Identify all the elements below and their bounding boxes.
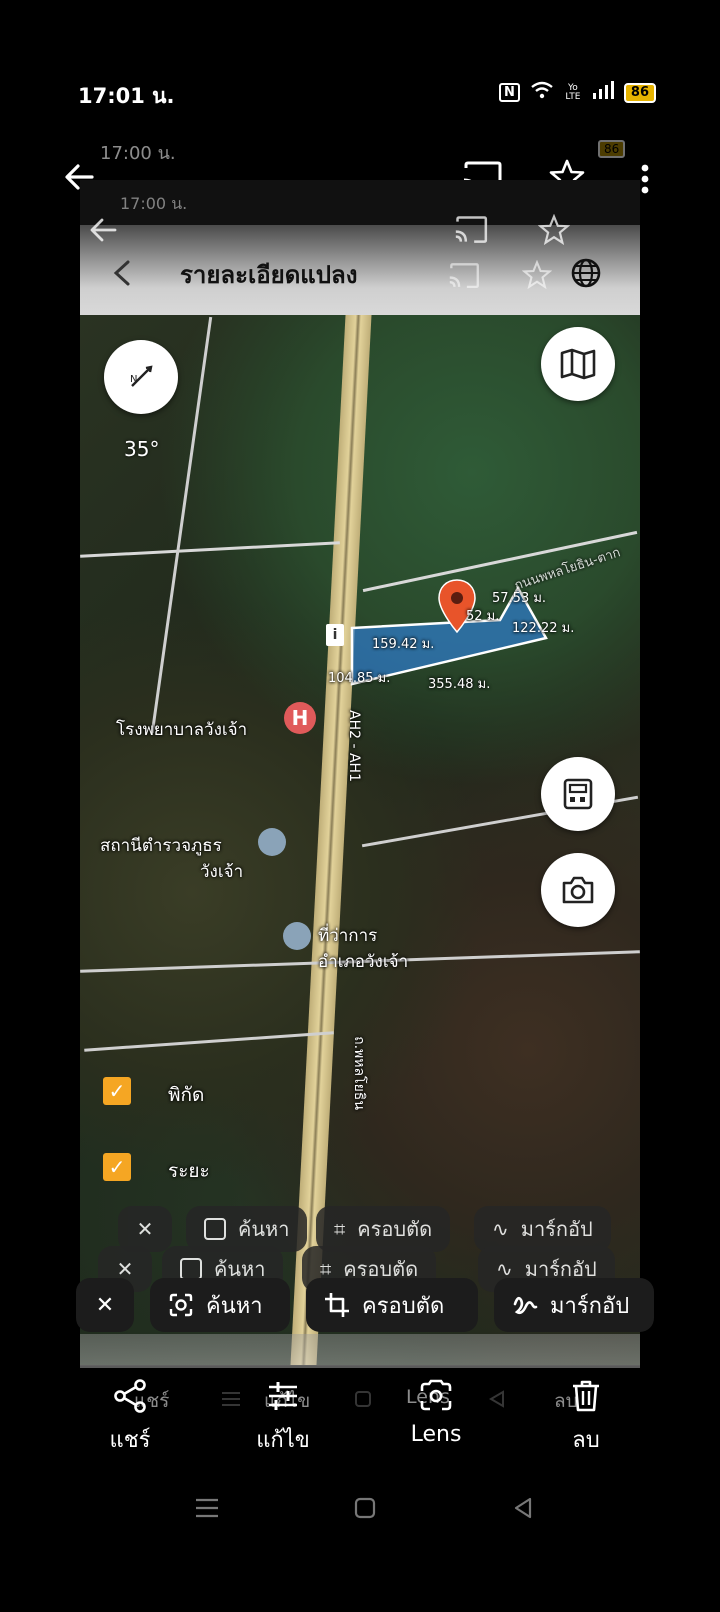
map-layer-button[interactable] <box>541 327 615 401</box>
markup-icon <box>513 1296 538 1315</box>
lens-search-label: ค้นหา <box>206 1293 263 1319</box>
svg-text:N: N <box>130 374 137 385</box>
header-star-icon <box>521 259 553 294</box>
close-lens-button[interactable]: ✕ <box>76 1278 134 1332</box>
share-icon <box>114 1379 146 1413</box>
crop-icon <box>325 1293 349 1317</box>
ghost-nav-recents-icon <box>220 1390 242 1412</box>
share-label: แชร์ <box>109 1428 151 1453</box>
ghost-star-icon <box>537 213 571 250</box>
more-options-button[interactable] <box>641 164 649 194</box>
status-time: 17:01 น. <box>78 84 175 108</box>
district-office-label-line1: ที่ว่าการ <box>318 926 378 946</box>
ghost-close-icon: ✕ <box>136 1217 154 1241</box>
trash-icon <box>573 1380 599 1412</box>
lens-icon <box>420 1379 452 1411</box>
nav-back-button[interactable] <box>512 1497 534 1523</box>
share-button[interactable]: แชร์ <box>80 1378 180 1457</box>
police-label-line2: วังเจ้า <box>200 862 244 882</box>
layer-label-distance: ระยะ <box>168 1160 210 1182</box>
ghost-crop-icon: ⌗ <box>334 1217 346 1241</box>
layer-label-coordinates: พิกัด <box>168 1084 205 1106</box>
ghost-bottom-bar <box>80 1334 640 1368</box>
info-marker-icon: i <box>326 624 344 646</box>
ghost-lens-search-icon <box>204 1218 226 1240</box>
district-office-label-line2: อำเภอวังเจ้า <box>318 952 409 972</box>
ghost-cast-icon <box>452 215 488 249</box>
battery-icon: 86 <box>623 82 656 103</box>
layer-checkbox-distance[interactable]: ✓ <box>103 1153 131 1181</box>
camera-button[interactable] <box>541 853 615 927</box>
police-label-line1: สถานีตำรวจภูธร <box>100 836 222 856</box>
delete-button[interactable]: ลบ <box>536 1378 636 1457</box>
measurement-label: 355.48 ม. <box>428 677 491 692</box>
lens-label: Lens <box>410 1422 462 1447</box>
crop-button[interactable]: ครอบตัด <box>306 1278 478 1332</box>
ghost-back-icon <box>88 215 118 249</box>
nfc-icon: N <box>499 83 520 102</box>
lens-search-icon <box>169 1293 193 1317</box>
delete-label: ลบ <box>572 1428 600 1453</box>
lens-search-button[interactable]: ค้นหา <box>150 1278 290 1332</box>
edit-button[interactable]: แก้ไข <box>233 1378 333 1457</box>
parcel-info-button[interactable] <box>541 757 615 831</box>
lens-button[interactable]: Lens <box>386 1378 486 1447</box>
government-office-icon <box>283 922 311 950</box>
volte-icon: Yo LTE <box>565 82 581 102</box>
measurement-label: 159.42 ม. <box>372 637 435 652</box>
wifi-icon <box>530 81 554 104</box>
ghost-nav-home-icon <box>354 1390 372 1412</box>
edit-sliders-icon <box>269 1382 297 1410</box>
ghost-markup-icon: ∿ <box>492 1217 509 1241</box>
nav-recents-button[interactable] <box>194 1497 220 1523</box>
ghost-nav-back-icon <box>488 1390 506 1412</box>
ghost-markup-label: มาร์กอัป <box>520 1217 593 1241</box>
page-title: รายละเอียดแปลง <box>180 261 358 289</box>
hospital-icon: H <box>284 702 316 734</box>
hospital-label: โรงพยาบาลวังเจ้า <box>116 720 248 740</box>
ghost-crop-label: ครอบตัด <box>357 1217 433 1241</box>
ghost-search-label: ค้นหา <box>238 1217 290 1241</box>
ghost-battery-icon: 86 <box>598 140 626 158</box>
layer-checkbox-coordinates[interactable]: ✓ <box>103 1077 131 1105</box>
measurement-label: 122.22 ม. <box>512 621 575 636</box>
ghost-status-time: 17:00 น. <box>100 143 176 164</box>
highway-label: AH2 - AH1 <box>345 710 362 782</box>
markup-button[interactable]: มาร์กอัป <box>494 1278 654 1332</box>
close-icon: ✕ <box>95 1292 115 1318</box>
markup-label: มาร์กอัป <box>550 1293 630 1319</box>
status-icons: N Yo LTE 86 <box>499 81 656 104</box>
measurement-label: 104.85 ม. <box>328 671 391 686</box>
police-icon <box>258 828 286 856</box>
measurement-label: 52 ม. <box>466 609 500 624</box>
crop-label: ครอบตัด <box>362 1293 445 1319</box>
header-cast-icon <box>446 262 480 294</box>
compass-button[interactable]: N <box>104 340 178 414</box>
edit-label: แก้ไข <box>256 1428 310 1453</box>
ghost-status-time-2: 17:00 น. <box>120 194 188 213</box>
road-name-label: ถ.พหลโยธิน <box>350 1036 367 1110</box>
header-back-button[interactable] <box>108 258 138 292</box>
language-globe-button[interactable] <box>570 257 602 293</box>
compass-bearing: 35° <box>124 437 160 461</box>
ghost-lens-search-icon-2 <box>180 1258 202 1280</box>
nav-home-button[interactable] <box>354 1497 376 1523</box>
signal-icon <box>592 81 614 104</box>
